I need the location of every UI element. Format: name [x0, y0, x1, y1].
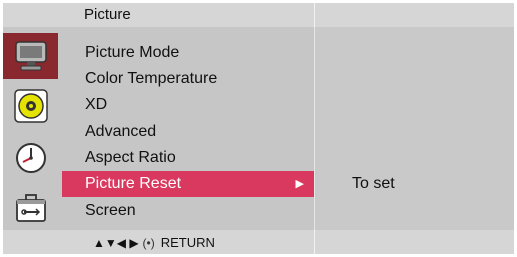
menu-item-aspect-ratio[interactable]: Aspect Ratio	[62, 145, 314, 171]
menu-item-label: XD	[85, 96, 108, 113]
footer-bar: ▲▼◀ ▶ (•) RETURN	[3, 230, 514, 254]
navigation-hint: ▲▼◀ ▶ (•) RETURN	[93, 235, 215, 250]
menu-item-label: Screen	[85, 202, 136, 219]
menu-item-color-temperature[interactable]: Color Temperature	[62, 66, 314, 92]
menu-item-advanced[interactable]: Advanced	[62, 119, 314, 145]
category-audio[interactable]	[3, 83, 58, 129]
enter-icon: (•)	[142, 235, 155, 250]
osd-menu: Picture Picture Mode Color Temperature X…	[3, 3, 514, 254]
clock-icon	[15, 143, 46, 173]
menu-item-picture-mode[interactable]: Picture Mode	[62, 40, 314, 66]
toolbox-icon	[15, 194, 46, 222]
divider	[314, 3, 315, 27]
submenu-arrow-icon: ▶	[295, 178, 304, 190]
header-bar: Picture	[3, 3, 514, 27]
category-time[interactable]	[3, 135, 58, 181]
menu-item-xd[interactable]: XD	[62, 92, 314, 118]
category-picture[interactable]	[3, 33, 58, 79]
divider	[314, 230, 315, 254]
menu-item-picture-reset[interactable]: Picture Reset ▶	[62, 171, 314, 197]
menu-item-label: Picture Mode	[85, 44, 180, 61]
menu-item-screen[interactable]: Screen	[62, 198, 314, 224]
nav-arrows-icon: ▲▼◀ ▶	[93, 235, 139, 250]
option-value[interactable]: To set	[352, 175, 395, 193]
menu-item-label: Advanced	[85, 123, 157, 140]
audio-disc-icon	[13, 89, 48, 123]
category-option[interactable]	[3, 185, 58, 231]
monitor-icon	[14, 41, 47, 71]
menu-item-label: Color Temperature	[85, 70, 218, 87]
menu-item-label: Aspect Ratio	[85, 149, 176, 166]
menu-title: Picture	[84, 6, 131, 23]
menu-list: Picture Mode Color Temperature XD Advanc…	[62, 27, 314, 230]
menu-item-label: Picture Reset	[85, 175, 182, 192]
return-label: RETURN	[160, 235, 215, 250]
category-column	[3, 27, 58, 230]
detail-panel: To set	[315, 27, 514, 230]
